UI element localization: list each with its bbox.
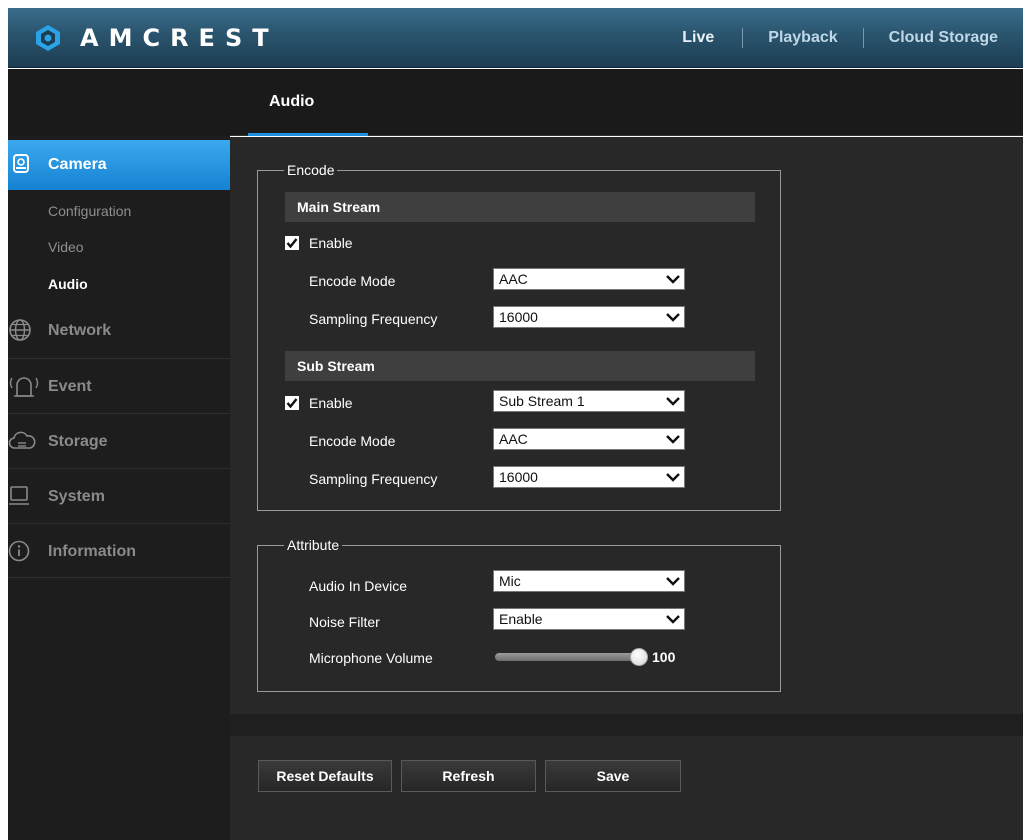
chevron-down-icon <box>666 577 680 586</box>
microphone-volume-handle[interactable] <box>630 648 648 666</box>
tab-active-indicator <box>248 133 368 136</box>
noise-filter-value: Enable <box>499 611 543 627</box>
main-encode-mode-select[interactable]: AAC <box>493 268 685 290</box>
attribute-legend: Attribute <box>284 537 343 553</box>
sub-stream-enable-checkbox[interactable] <box>285 396 299 410</box>
main-sampling-label: Sampling Frequency <box>309 311 438 327</box>
audio-in-device-value: Mic <box>499 573 521 589</box>
sidebar-label-storage: Storage <box>48 433 108 450</box>
chevron-down-icon <box>666 435 680 444</box>
sub-sampling-value: 16000 <box>499 469 538 485</box>
sidebar-sub-configuration[interactable]: Configuration <box>48 203 131 219</box>
check-icon <box>286 238 298 249</box>
chevron-down-icon <box>666 615 680 624</box>
sidebar-item-storage[interactable]: Storage <box>8 413 230 468</box>
info-icon <box>8 540 30 562</box>
sidebar-item-system[interactable]: System <box>8 468 230 523</box>
microphone-volume-value: 100 <box>652 649 676 665</box>
amcrest-logo-icon <box>36 25 60 51</box>
sidebar-item-event[interactable]: Event <box>8 358 230 413</box>
main-sampling-value: 16000 <box>499 309 538 325</box>
sub-stream-title: Sub Stream <box>297 358 375 374</box>
nav-live[interactable]: Live <box>657 29 742 47</box>
sub-stream-select[interactable]: Sub Stream 1 <box>493 390 685 412</box>
brand-name: AMCREST <box>80 24 279 52</box>
tab-bar: Audio <box>230 69 1023 136</box>
sidebar-label-event: Event <box>48 378 92 395</box>
refresh-label: Refresh <box>442 768 495 784</box>
save-button[interactable]: Save <box>545 760 681 792</box>
chevron-down-icon <box>666 313 680 322</box>
top-navigation: Live Playback Cloud Storage <box>657 8 1023 68</box>
sub-encode-mode-select[interactable]: AAC <box>493 428 685 450</box>
monitor-icon <box>9 486 29 505</box>
sidebar-label-information: Information <box>48 543 136 560</box>
attribute-fieldset: Attribute Audio In Device Mic Noise Filt… <box>257 537 781 692</box>
sub-encode-mode-value: AAC <box>499 431 528 447</box>
sidebar-item-camera[interactable]: Camera <box>8 140 241 190</box>
divider-band <box>230 714 1023 736</box>
settings-panel: Encode Main Stream Enable Encode Mode AA… <box>230 137 1023 714</box>
check-icon <box>286 398 298 409</box>
microphone-volume-label: Microphone Volume <box>309 650 433 666</box>
encode-legend: Encode <box>284 162 338 178</box>
main-sampling-select[interactable]: 16000 <box>493 306 685 328</box>
sidebar-item-information[interactable]: Information <box>8 523 230 578</box>
main-encode-mode-value: AAC <box>499 271 528 287</box>
active-item-background <box>8 140 241 190</box>
save-label: Save <box>596 768 630 784</box>
main-encode-mode-label: Encode Mode <box>309 273 396 289</box>
main-stream-title: Main Stream <box>297 199 381 215</box>
camera-icon <box>13 154 29 173</box>
tab-audio[interactable]: Audio <box>248 69 368 136</box>
chevron-down-icon <box>666 473 680 482</box>
chevron-down-icon <box>666 275 680 284</box>
sidebar-top-strip <box>8 69 230 136</box>
sidebar-label-system: System <box>48 488 105 505</box>
sidebar: Camera Configuration Video Audio Network… <box>8 69 241 840</box>
cloud-icon <box>8 431 36 449</box>
sub-stream-enable-label: Enable <box>309 395 353 411</box>
sub-sampling-label: Sampling Frequency <box>309 471 438 487</box>
sidebar-label-camera: Camera <box>48 156 107 173</box>
noise-filter-select[interactable]: Enable <box>493 608 685 630</box>
nav-cloud-storage[interactable]: Cloud Storage <box>864 29 1023 47</box>
microphone-volume-slider[interactable] <box>495 653 647 661</box>
encode-fieldset: Encode Main Stream Enable Encode Mode AA… <box>257 162 781 511</box>
sub-encode-mode-label: Encode Mode <box>309 433 396 449</box>
main-stream-header: Main Stream <box>285 192 755 222</box>
sub-stream-value: Sub Stream 1 <box>499 393 585 409</box>
nav-playback[interactable]: Playback <box>743 29 862 47</box>
reset-defaults-button[interactable]: Reset Defaults <box>258 760 392 792</box>
tab-audio-label: Audio <box>269 93 315 110</box>
globe-icon <box>9 319 31 341</box>
noise-filter-label: Noise Filter <box>309 614 380 630</box>
sub-sampling-select[interactable]: 16000 <box>493 466 685 488</box>
sidebar-sub-audio[interactable]: Audio <box>48 276 88 292</box>
main-stream-enable-label: Enable <box>309 235 353 251</box>
top-header: AMCREST Live Playback Cloud Storage <box>8 8 1023 68</box>
alarm-icon <box>9 377 39 397</box>
sidebar-label-network: Network <box>48 322 112 339</box>
sidebar-item-network[interactable]: Network <box>8 303 230 358</box>
sub-stream-header: Sub Stream <box>285 351 755 381</box>
audio-in-device-label: Audio In Device <box>309 578 408 594</box>
chevron-down-icon <box>666 397 680 406</box>
sidebar-sub-video[interactable]: Video <box>48 239 84 255</box>
refresh-button[interactable]: Refresh <box>401 760 536 792</box>
brand-logo: AMCREST <box>34 24 279 52</box>
reset-defaults-label: Reset Defaults <box>276 768 374 784</box>
main-stream-enable-checkbox[interactable] <box>285 236 299 250</box>
audio-in-device-select[interactable]: Mic <box>493 570 685 592</box>
